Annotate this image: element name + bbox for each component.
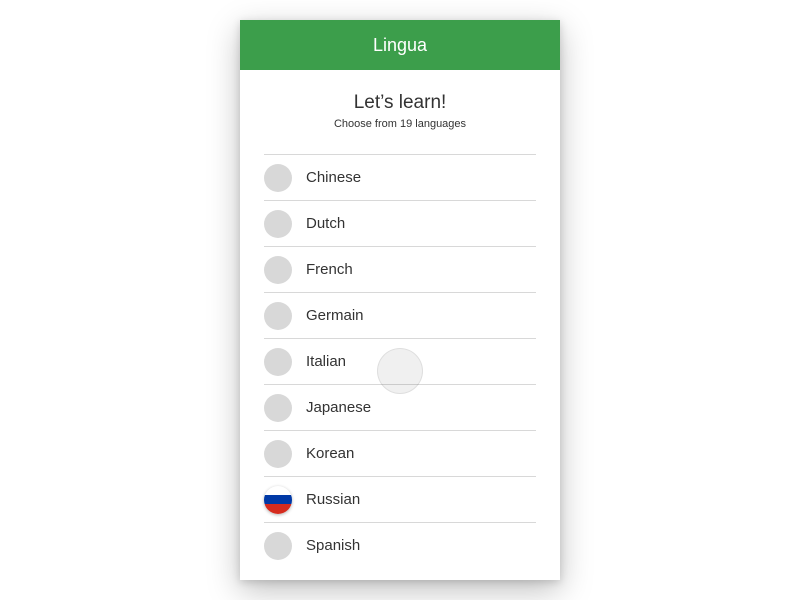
flag-icon [264, 210, 292, 238]
language-label: Germain [306, 307, 364, 324]
flag-icon [264, 164, 292, 192]
flag-icon [264, 302, 292, 330]
flag-icon [264, 532, 292, 560]
content-area: Let’s learn! Choose from 19 languages Ch… [240, 70, 560, 580]
app-header: Lingua [240, 20, 560, 70]
language-row-russian[interactable]: Russian [264, 476, 536, 522]
language-label: Italian [306, 353, 346, 370]
language-row-korean[interactable]: Korean [264, 430, 536, 476]
language-label: Korean [306, 445, 354, 462]
page-heading: Let’s learn! [240, 92, 560, 114]
flag-icon [264, 394, 292, 422]
language-label: Japanese [306, 399, 371, 416]
language-label: Russian [306, 491, 360, 508]
app-title: Lingua [373, 35, 427, 56]
language-label: Spanish [306, 537, 360, 554]
flag-icon [264, 256, 292, 284]
language-label: Dutch [306, 215, 345, 232]
language-row-french[interactable]: French [264, 246, 536, 292]
flag-icon [264, 440, 292, 468]
flag-icon [264, 348, 292, 376]
language-list: Chinese Dutch French Germain Italian Jap… [240, 154, 560, 568]
language-row-dutch[interactable]: Dutch [264, 200, 536, 246]
language-row-chinese[interactable]: Chinese [264, 154, 536, 200]
language-row-italian[interactable]: Italian [264, 338, 536, 384]
language-row-germain[interactable]: Germain [264, 292, 536, 338]
language-row-spanish[interactable]: Spanish [264, 522, 536, 568]
flag-icon [264, 486, 292, 514]
language-label: Chinese [306, 169, 361, 186]
app-screen: Lingua Let’s learn! Choose from 19 langu… [240, 20, 560, 580]
language-label: French [306, 261, 353, 278]
page-subheading: Choose from 19 languages [240, 118, 560, 130]
language-row-japanese[interactable]: Japanese [264, 384, 536, 430]
